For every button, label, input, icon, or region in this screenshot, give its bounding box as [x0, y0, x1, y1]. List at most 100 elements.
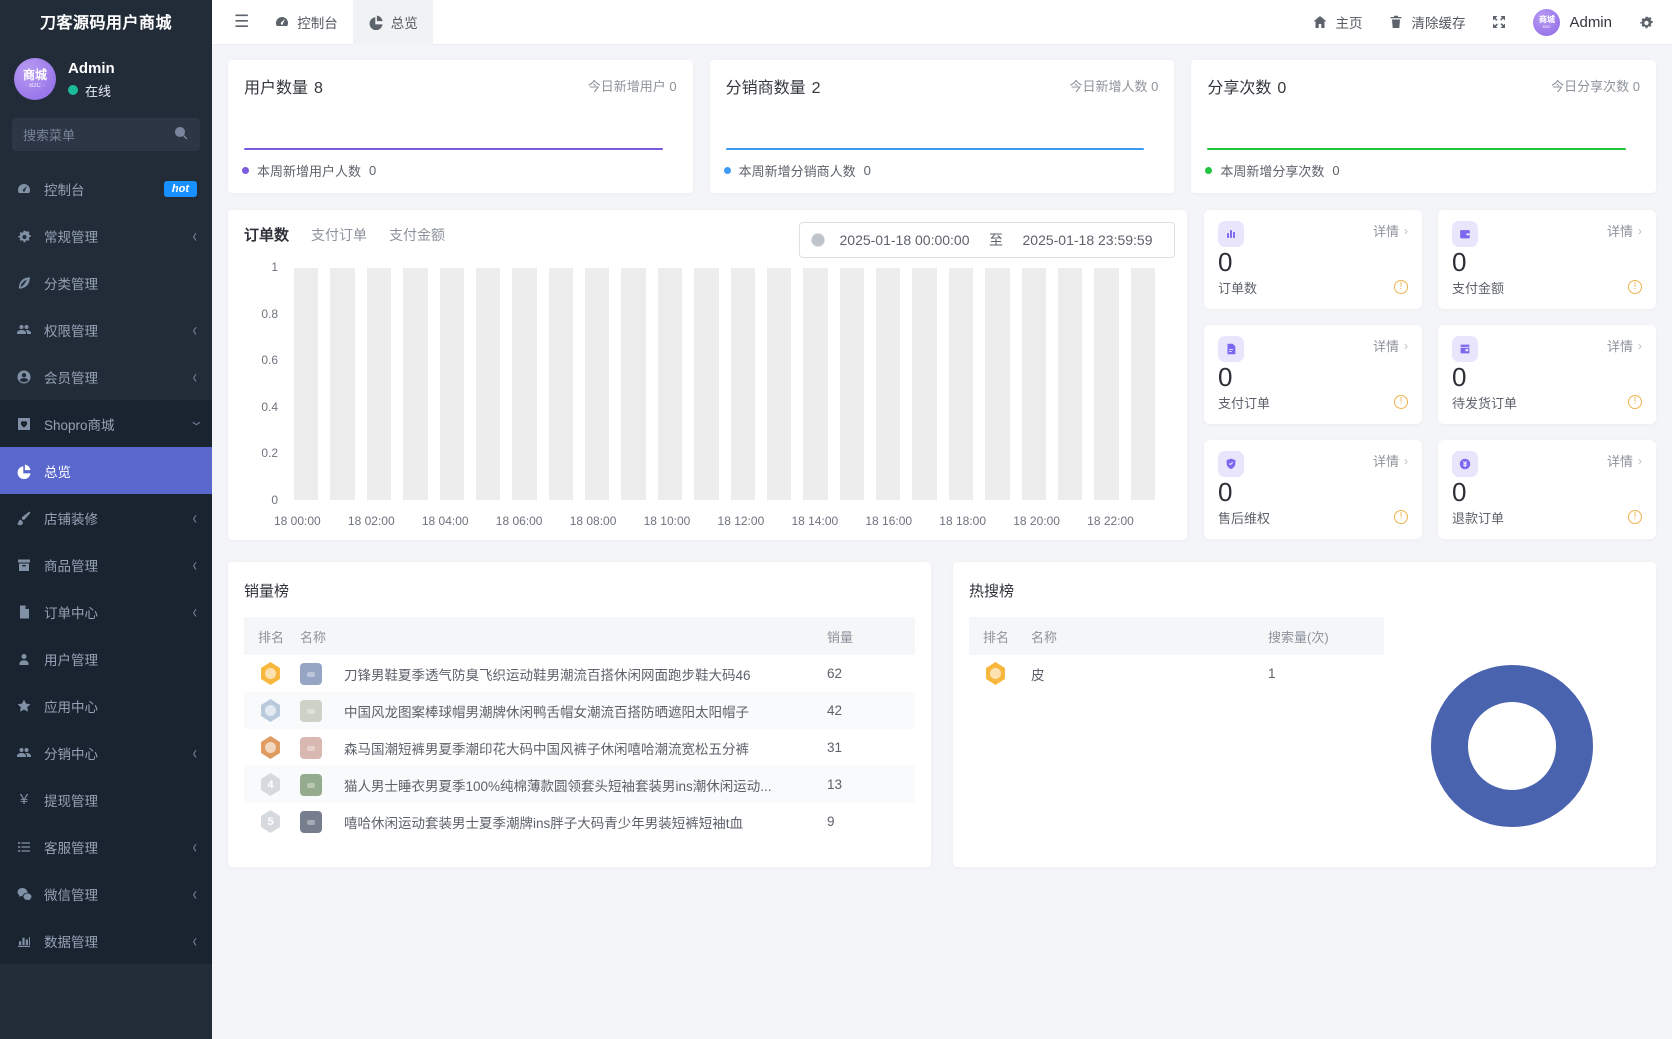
- order-count-icon: [1218, 221, 1244, 247]
- date-start-input[interactable]: 2025-01-18 00:00:00: [828, 232, 981, 248]
- chart-bar: [803, 268, 828, 500]
- user-menu[interactable]: 商城 B2C Admin: [1533, 8, 1612, 36]
- stat-today: 今日新增用户 0: [587, 79, 677, 94]
- yen-icon: ¥: [19, 791, 29, 808]
- product-thumbnail: [300, 773, 322, 796]
- product-thumbnail: [300, 810, 322, 833]
- stat-today: 今日分享次数 0: [1551, 79, 1640, 94]
- chevron-right-icon: ›: [1638, 453, 1642, 468]
- sidebar-item-products[interactable]: 商品管理 ‹: [0, 541, 212, 588]
- sidebar-item-overview[interactable]: 总览: [0, 447, 212, 494]
- chart-tab-paid-amount[interactable]: 支付金额: [389, 225, 445, 245]
- settings-gear-icon[interactable]: [1638, 14, 1654, 30]
- sidebar-item-distribution[interactable]: 分销中心 ‹: [0, 729, 212, 776]
- info-warning-icon[interactable]: !: [1394, 395, 1408, 410]
- detail-link[interactable]: 详情 ›: [1607, 221, 1642, 240]
- chart-bar: [475, 268, 501, 500]
- pie-chart-icon: [368, 14, 384, 30]
- stat-title: 分销商数量 2: [725, 80, 821, 97]
- sidebar-item-general[interactable]: 常规管理 ‹: [0, 212, 212, 259]
- silver-medal-icon: [261, 699, 280, 722]
- detail-link[interactable]: 详情 ›: [1607, 451, 1642, 470]
- online-dot-icon: [68, 85, 78, 96]
- detail-link[interactable]: 详情 ›: [1607, 336, 1642, 355]
- chart-bar: [839, 268, 864, 500]
- date-end-input[interactable]: 2025-01-18 23:59:59: [1011, 232, 1164, 248]
- sidebar-item-withdrawal[interactable]: ¥ 提现管理: [0, 776, 212, 823]
- sidebar-item-members[interactable]: 会员管理 ‹: [0, 353, 212, 400]
- search-icon[interactable]: [173, 125, 189, 144]
- summary-value: 0: [1218, 362, 1233, 392]
- chevron-right-icon: ›: [1404, 223, 1408, 238]
- stat-title: 用户数量 8: [244, 80, 323, 97]
- sidebar-item-wechat[interactable]: 微信管理 ‹: [0, 870, 212, 917]
- stat-card-shares: 分享次数 0 今日分享次数 0 本周新增分享次数 0: [1191, 60, 1656, 193]
- summary-card-order-count: 详情 › 0 订单数!: [1204, 210, 1422, 309]
- chart-tab-orders[interactable]: 订单数: [244, 224, 289, 245]
- search-input[interactable]: 搜索菜单: [12, 118, 200, 151]
- sidebar-item-store-design[interactable]: 店铺装修 ‹: [0, 494, 212, 541]
- table-row[interactable]: 中国风龙图案棒球帽男潮牌休闲鸭舌帽女潮流百搭防晒遮阳太阳帽子 42: [244, 692, 915, 729]
- refund-coin-icon: [1452, 451, 1478, 477]
- hot-search-chart-area: [1384, 617, 1640, 827]
- users-icon: [15, 745, 33, 761]
- fullscreen-icon[interactable]: [1491, 14, 1507, 30]
- summary-cards-grid: 详情 › 0 订单数! 详情 › 0 支付金额! 详情 › 0 支付订单 ! 详…: [1204, 210, 1656, 540]
- avatar[interactable]: 商城 · B2C ·: [14, 58, 56, 100]
- sidebar-item-apps[interactable]: 应用中心: [0, 682, 212, 729]
- home-link[interactable]: 主页: [1312, 12, 1362, 32]
- sidebar-item-category[interactable]: 分类管理: [0, 259, 212, 306]
- stat-legend: 本周新增分享次数 0: [1205, 161, 1340, 180]
- sidebar-item-orders[interactable]: 订单中心 ‹: [0, 588, 212, 635]
- legend-dot-icon: [242, 167, 249, 174]
- chart-tab-paid-orders[interactable]: 支付订单: [311, 225, 367, 245]
- table-row[interactable]: 刀锋男鞋夏季透气防臭飞织运动鞋男潮流百搭休闲网面跑步鞋大码46 62: [244, 655, 915, 692]
- chevron-left-icon: ‹: [192, 319, 197, 340]
- clear-cache-button[interactable]: 清除缓存: [1388, 12, 1465, 32]
- document-icon: [15, 604, 33, 620]
- table-row[interactable]: 5 嘻哈休闲运动套装男士夏季潮牌ins胖子大码青少年男装短裤短袖t血 9: [244, 803, 915, 840]
- info-warning-icon[interactable]: !: [1628, 510, 1642, 525]
- info-warning-icon[interactable]: !: [1628, 280, 1642, 295]
- info-warning-icon[interactable]: !: [1394, 280, 1408, 295]
- shopro-group: Shopro商城 ‹ 总览 店铺装修 ‹ 商品管理 ‹ 订单中心 ‹ 用户管理 …: [0, 400, 212, 964]
- chevron-right-icon: ›: [1404, 453, 1408, 468]
- brush-icon: [15, 510, 33, 526]
- sidebar-item-data[interactable]: 数据管理 ‹: [0, 917, 212, 964]
- sidebar-item-customer-service[interactable]: 客服管理 ‹: [0, 823, 212, 870]
- trend-line: [725, 148, 1145, 150]
- sidebar-item-users[interactable]: 用户管理: [0, 635, 212, 682]
- sidebar-item-shopro[interactable]: Shopro商城 ‹: [0, 400, 212, 447]
- sidebar-item-permissions[interactable]: 权限管理 ‹: [0, 306, 212, 353]
- info-warning-icon[interactable]: !: [1394, 510, 1408, 525]
- detail-link[interactable]: 详情 ›: [1373, 336, 1408, 355]
- date-range-picker[interactable]: 2025-01-18 00:00:00 至 2025-01-18 23:59:5…: [799, 222, 1175, 258]
- product-thumbnail: [300, 662, 322, 685]
- chart-bar: [912, 268, 937, 500]
- tab-overview[interactable]: 总览: [352, 0, 433, 45]
- user-status: 在线: [68, 81, 115, 100]
- tab-dashboard[interactable]: 控制台: [259, 0, 353, 45]
- table-row[interactable]: 皮 1: [969, 655, 1384, 692]
- chart-bar: [1130, 268, 1155, 500]
- chevron-right-icon: ›: [1404, 338, 1408, 353]
- chart-bar: [294, 268, 319, 500]
- chart-bar: [766, 268, 792, 500]
- detail-link[interactable]: 详情 ›: [1373, 451, 1408, 470]
- main-area: ☰ 控制台 总览 主页 清除缓存 商城 B2C Admin 用户数量 8 今日新…: [212, 0, 1672, 1039]
- wechat-icon: [15, 886, 33, 902]
- table-header: 排名 名称 销量: [244, 617, 915, 655]
- table-row[interactable]: 森马国潮短裤男夏季潮印花大码中国风裤子休闲嘻哈潮流宽松五分裤 31: [244, 729, 915, 766]
- table-row[interactable]: 4 猫人男士睡衣男夏季100%纯棉薄款圆领套头短袖套装男ins潮休闲运动... …: [244, 766, 915, 803]
- stat-card-users: 用户数量 8 今日新增用户 0 本周新增用户人数 0: [228, 60, 693, 193]
- hot-badge: hot: [163, 180, 197, 197]
- detail-link[interactable]: 详情 ›: [1373, 221, 1408, 240]
- hamburger-menu-icon[interactable]: ☰: [224, 12, 259, 32]
- sidebar-item-dashboard[interactable]: 控制台 hot: [0, 165, 212, 212]
- stat-cards-row: 用户数量 8 今日新增用户 0 本周新增用户人数 0 分销商数量 2 今日新增人数 0…: [228, 60, 1656, 193]
- product-name: 刀锋男鞋夏季透气防臭飞织运动鞋男潮流百搭休闲网面跑步鞋大码46: [344, 667, 751, 683]
- summary-label: 订单数: [1218, 280, 1258, 296]
- chart-bar: [657, 268, 683, 500]
- user-circle-icon: [15, 369, 33, 385]
- info-warning-icon[interactable]: !: [1628, 395, 1642, 410]
